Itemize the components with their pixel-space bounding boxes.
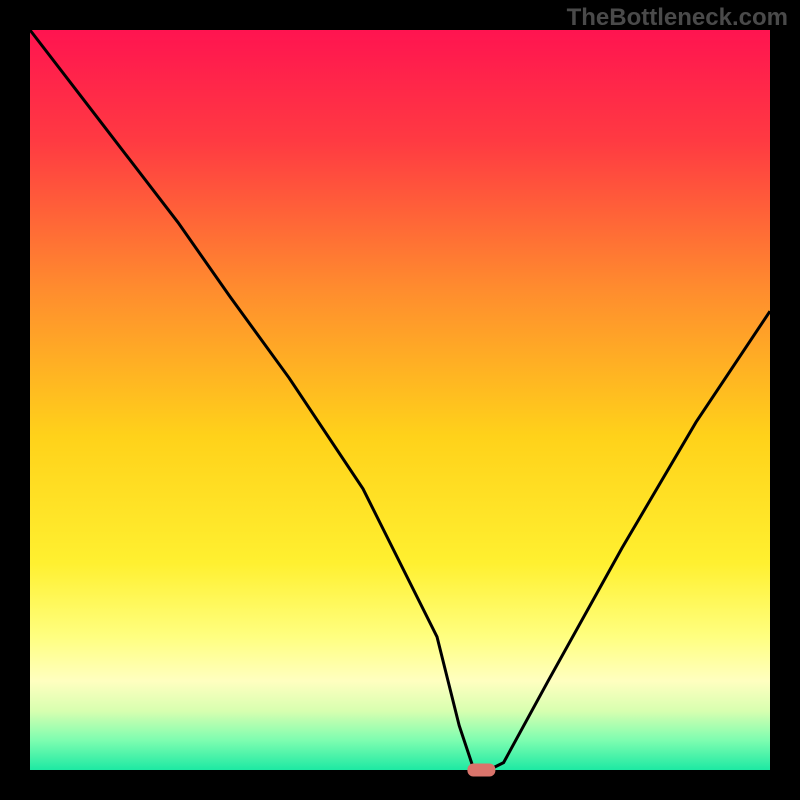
bottleneck-chart: TheBottleneck.com bbox=[0, 0, 800, 800]
optimal-marker bbox=[467, 764, 495, 777]
plot-background bbox=[30, 30, 770, 770]
chart-canvas bbox=[0, 0, 800, 800]
watermark-text: TheBottleneck.com bbox=[567, 4, 788, 32]
